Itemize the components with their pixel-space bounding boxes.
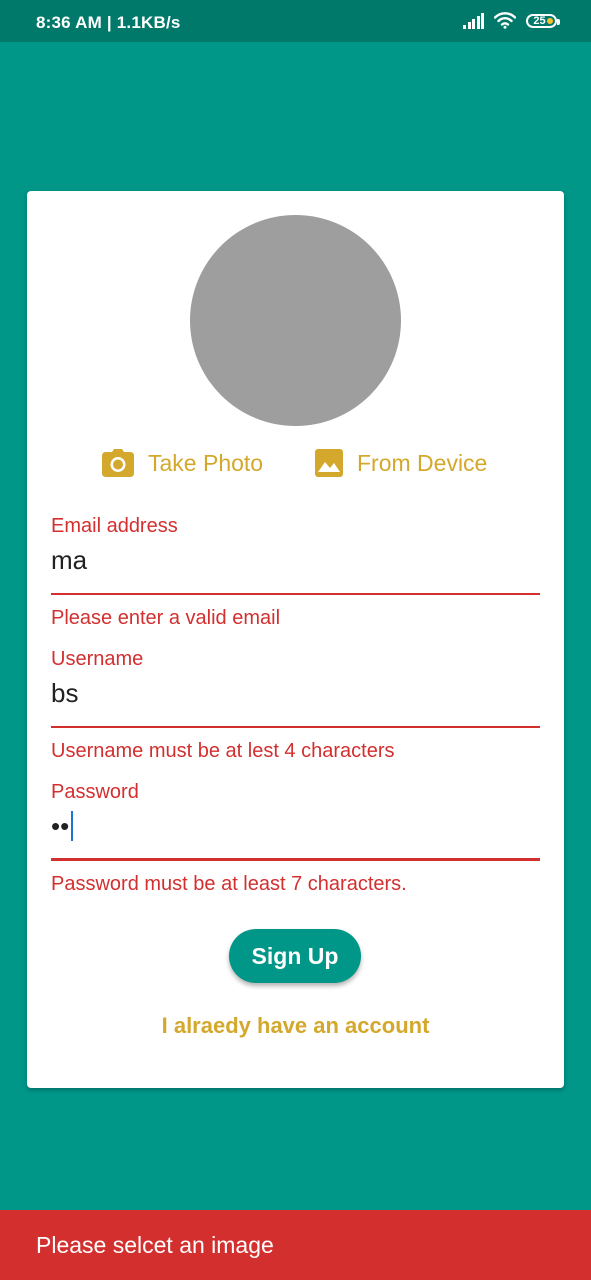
- battery-icon: 25: [526, 13, 560, 28]
- username-underline: [51, 726, 540, 728]
- username-field[interactable]: Username bs Username must be at lest 4 c…: [51, 648, 540, 768]
- email-field[interactable]: Email address ma Please enter a valid em…: [51, 515, 540, 635]
- take-photo-button[interactable]: Take Photo: [102, 447, 263, 479]
- username-value[interactable]: bs: [51, 678, 78, 709]
- password-field[interactable]: Password •• Password must be at least 7 …: [51, 781, 540, 901]
- status-bar: 8:36 AM | 1.1KB/s 25: [0, 0, 591, 42]
- password-error: Password must be at least 7 characters.: [51, 873, 407, 895]
- username-error: Username must be at lest 4 characters: [51, 740, 395, 762]
- email-error: Please enter a valid email: [51, 607, 281, 629]
- text-cursor: [71, 811, 74, 841]
- have-account-link[interactable]: I alraedy have an account: [27, 1013, 564, 1039]
- take-photo-label: Take Photo: [148, 449, 264, 476]
- username-label: Username: [51, 648, 144, 670]
- wifi-icon: [494, 12, 516, 29]
- image-icon: [315, 449, 343, 477]
- email-label: Email address: [51, 515, 178, 537]
- password-label: Password: [51, 781, 139, 803]
- snackbar-message: Please selcet an image: [36, 1232, 274, 1258]
- signup-card: Take Photo From Device Email address ma …: [27, 191, 564, 1088]
- camera-icon: [102, 449, 134, 477]
- avatar-placeholder[interactable]: [190, 215, 401, 426]
- email-value[interactable]: ma: [51, 545, 87, 576]
- battery-level: 25: [533, 14, 546, 27]
- password-underline: [51, 858, 540, 861]
- error-snackbar: Please selcet an image: [0, 1210, 591, 1280]
- status-time-network: 8:36 AM | 1.1KB/s: [36, 13, 181, 32]
- from-device-label: From Device: [357, 449, 488, 476]
- password-value[interactable]: ••: [51, 811, 74, 842]
- email-underline: [51, 593, 540, 595]
- sign-up-button[interactable]: Sign Up: [229, 929, 361, 983]
- from-device-button[interactable]: From Device: [315, 447, 487, 479]
- status-icons: 25: [462, 12, 560, 29]
- password-dots: ••: [51, 811, 70, 841]
- signal-icon: [462, 12, 484, 29]
